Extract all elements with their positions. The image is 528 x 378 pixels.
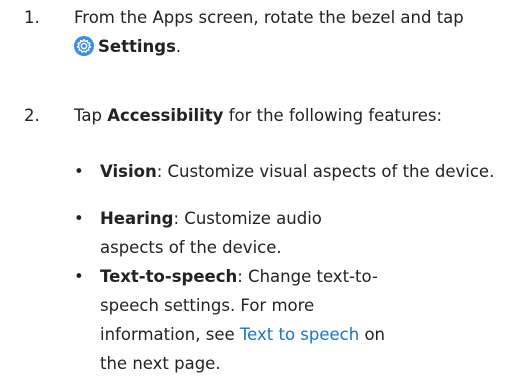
step-text-suffix: for the following features: [228,106,443,125]
step-number: 2. [24,106,40,125]
settings-gear-icon [74,36,94,56]
step-text: Tap Accessibility for the following feat… [74,101,528,130]
bullet-marker: • [74,267,84,286]
step-text-prefix: From the Apps screen, rotate the bezel a… [74,8,464,27]
bullet-vision: • Vision: Customize visual aspects of th… [74,157,524,186]
settings-term: Settings [98,37,176,56]
bullet-text-to-speech: • Text-to-speech: Change text-to-speech … [74,262,408,378]
bullet-term: Text-to-speech [100,267,238,286]
step-text-prefix: Tap [74,106,102,125]
bullet-desc: : Customize visual aspects of the device… [156,162,495,181]
step-text-suffix: . [175,37,182,56]
step-number: 1. [24,8,40,27]
bullet-text: Vision: Customize visual aspects of the … [100,157,524,186]
bullet-text: Text-to-speech: Change text-to-speech se… [100,262,408,378]
accessibility-term: Accessibility [107,106,224,125]
bullet-term: Hearing [100,209,174,228]
bullet-marker: • [74,209,84,228]
text-to-speech-link[interactable]: Text to speech [240,325,359,344]
instructions-page: 1. From the Apps screen, rotate the beze… [0,0,528,373]
bullet-term: Vision [100,162,157,181]
step-1: 1. From the Apps screen, rotate the beze… [24,3,528,61]
step-text: From the Apps screen, rotate the bezel a… [74,3,528,61]
bullet-text: Hearing: Customize audio aspects of the … [100,204,388,262]
step-2: 2. Tap Accessibility for the following f… [24,101,528,130]
bullet-marker: • [74,162,84,181]
bullet-hearing: • Hearing: Customize audio aspects of th… [74,204,388,262]
